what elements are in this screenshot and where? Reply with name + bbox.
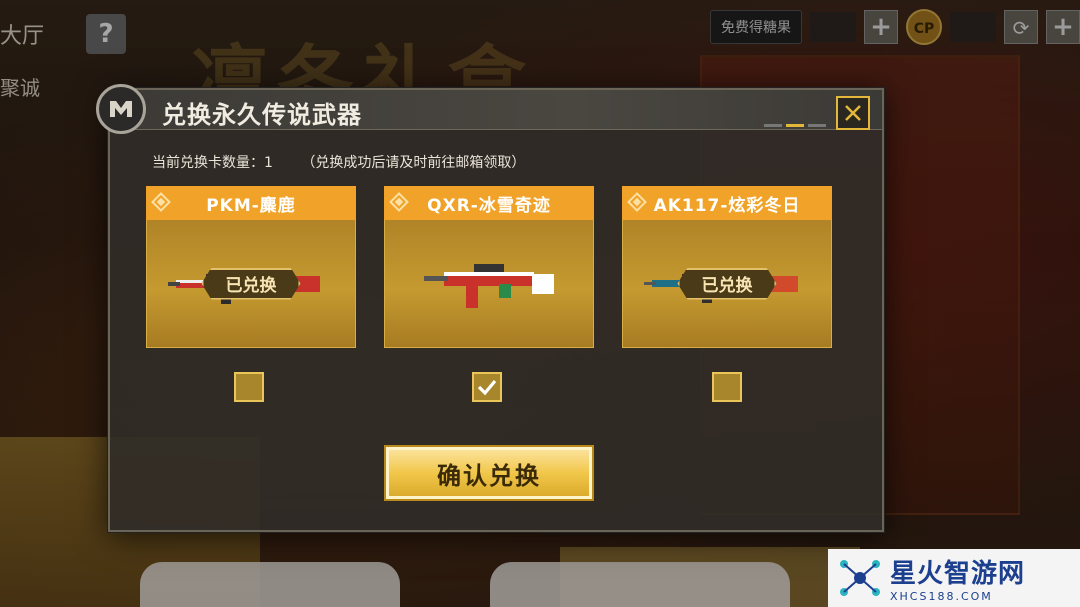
weapon-card-pkm[interactable]: PKM-麋鹿 已兑换 [146,186,356,348]
redeemed-badge: 已兑换 [201,267,301,300]
weapon-card-header: PKM-麋鹿 [146,186,356,220]
confirm-redeem-button[interactable]: 确认兑换 [384,445,594,501]
smg-icon [424,263,554,308]
weapon-card-list: PKM-麋鹿 已兑换 QXR-冰雪奇迹 AK117-炫彩冬日 已兑换 [146,186,832,348]
rarity-diamond-icon [627,192,647,212]
network-logo-icon [840,560,880,596]
weapon-card-header: AK117-炫彩冬日 [622,186,832,220]
close-button[interactable] [836,96,870,130]
codm-logo-icon [96,84,146,134]
weapon-card-body: 已兑换 [146,220,356,348]
weapon-name: QXR-冰雪奇迹 [427,195,551,216]
dialog-header: 兑换永久传说武器 [96,84,882,134]
weapon-card-header: QXR-冰雪奇迹 [384,186,594,220]
weapon-card-body: 已兑换 [622,220,832,348]
close-icon [845,105,861,121]
redeem-card-count: 当前兑换卡数量：1 （兑换成功后请及时前往邮箱领取） [152,152,525,172]
weapon-card-ak117[interactable]: AK117-炫彩冬日 已兑换 [622,186,832,348]
checkmark-icon [477,379,497,396]
count-note: （兑换成功后请及时前往邮箱领取） [301,155,526,171]
watermark-url: XHCS188.COM [890,590,993,603]
rarity-diamond-icon [389,192,409,212]
select-checkbox-pkm[interactable] [234,372,264,402]
watermark-name: 星火智游网 [890,559,1026,589]
count-label: 当前兑换卡数量：1 [152,155,273,171]
weapon-card-body [384,220,594,348]
weapon-name: PKM-麋鹿 [206,195,296,216]
rarity-diamond-icon [151,192,171,212]
watermark-text: 星火智游网 XHCS188.COM [890,553,1025,603]
watermark: 星火智游网 XHCS188.COM [828,549,1080,607]
dialog-title: 兑换永久传说武器 [162,101,362,129]
weapon-name: AK117-炫彩冬日 [653,195,801,216]
select-checkbox-qxr[interactable] [472,372,502,402]
select-checkbox-ak117[interactable] [712,372,742,402]
weapon-card-qxr[interactable]: QXR-冰雪奇迹 [384,186,594,348]
redeem-dialog: 兑换永久传说武器 当前兑换卡数量：1 （兑换成功后请及时前往邮箱领取） PKM-… [96,84,884,532]
page-indicator [764,124,826,127]
redeemed-badge: 已兑换 [677,267,777,300]
